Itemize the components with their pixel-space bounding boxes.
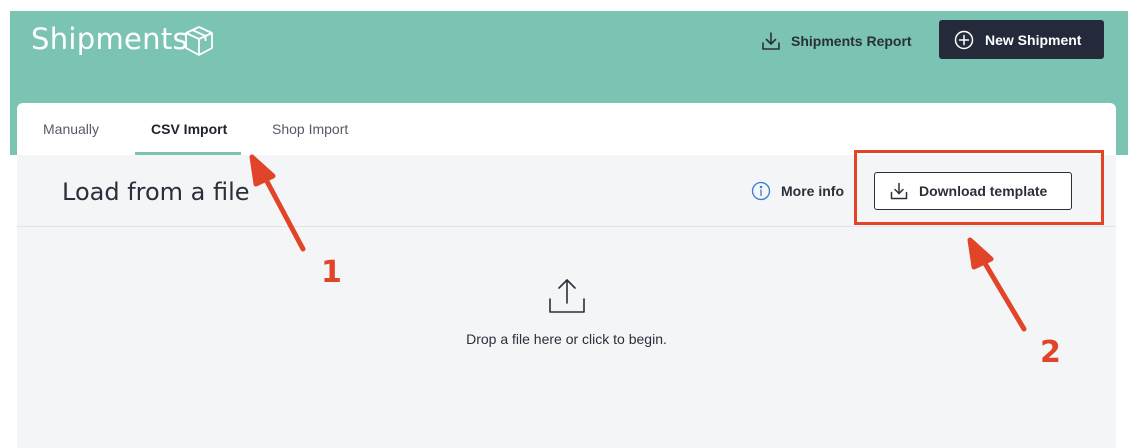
more-info-link[interactable]: More info [751,181,844,201]
annotation-number-1: 1 [321,255,342,290]
download-icon [762,32,780,50]
more-info-label: More info [781,183,844,199]
tab-shop-import[interactable]: Shop Import [272,121,348,137]
tab-csv-import[interactable]: CSV Import [151,121,227,137]
section-title: Load from a file [62,178,250,206]
plus-circle-icon [954,30,974,49]
shipments-report-label: Shipments Report [791,33,912,49]
upload-icon [549,279,585,313]
shipments-report-button[interactable]: Shipments Report [760,28,912,54]
box-icon [185,26,213,56]
tab-manually[interactable]: Manually [43,121,99,137]
page-title: Shipments [31,22,188,56]
annotation-number-2: 2 [1040,335,1061,370]
new-shipment-button[interactable]: New Shipment [939,20,1104,59]
annotation-highlight-box [854,150,1104,225]
dropzone-text: Drop a file here or click to begin. [466,331,667,347]
new-shipment-label: New Shipment [985,31,1082,48]
info-icon [751,181,771,201]
file-dropzone[interactable]: Drop a file here or click to begin. [17,228,1116,448]
tab-bar: Manually CSV Import Shop Import [17,103,1116,155]
